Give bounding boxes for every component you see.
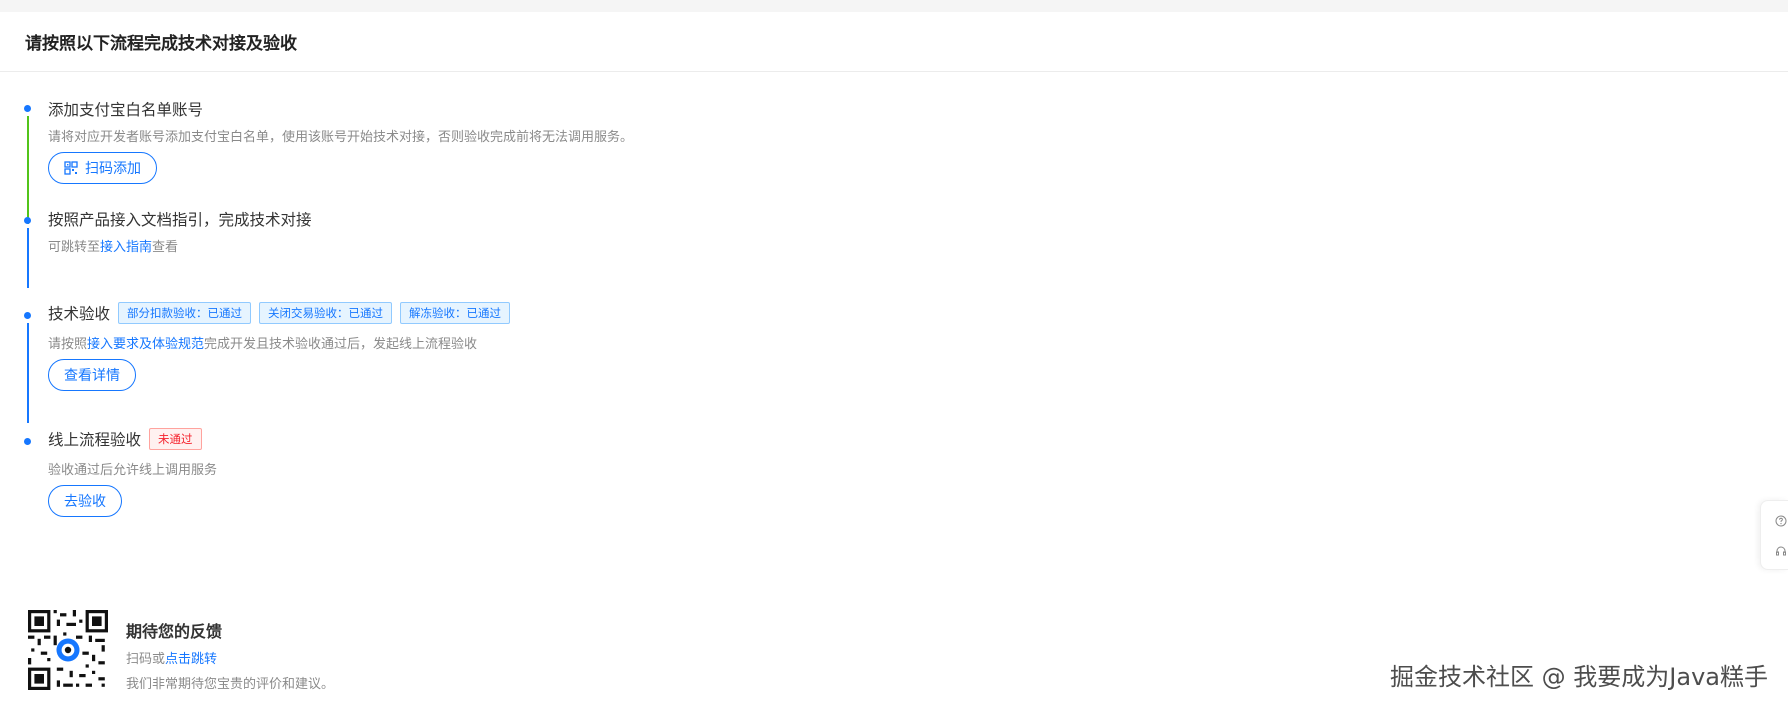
view-details-button[interactable]: 查看详情 xyxy=(48,359,136,391)
feedback-title: 期待您的反馈 xyxy=(126,622,223,641)
integration-guide-link[interactable]: 接入指南 xyxy=(100,240,152,255)
qr-code-icon xyxy=(64,161,78,175)
go-accept-button[interactable]: 去验收 xyxy=(48,485,122,517)
desc-prefix: 可跳转至 xyxy=(48,240,101,255)
step-title: 线上流程验收 xyxy=(48,431,142,449)
desc-prefix: 请按照 xyxy=(48,337,88,352)
step-title-row: 技术验收 部分扣款验收：已通过 关闭交易验收：已通过 解冻验收：已通过 xyxy=(48,302,511,324)
desc-suffix: 完成开发且技术验收通过后，发起线上流程验收 xyxy=(204,337,478,352)
feedback-line-2: 我们非常期待您宝贵的评价和建议。 xyxy=(126,677,335,692)
timeline-line xyxy=(27,323,29,423)
step-desc: 请按照接入要求及体验规范完成开发且技术验收通过后，发起线上流程验收 xyxy=(48,333,477,352)
step-title-row: 线上流程验收 未通过 xyxy=(48,428,202,450)
card-header: 请按照以下流程完成技术对接及验收 xyxy=(0,12,1788,72)
feedback-jump-link[interactable]: 点击跳转 xyxy=(165,652,217,667)
status-badge-failed: 未通过 xyxy=(149,428,202,450)
step-dot xyxy=(24,105,31,112)
spec-link[interactable]: 接入要求及体验规范 xyxy=(87,337,204,352)
step-title: 按照产品接入文档指引，完成技术对接 xyxy=(48,211,312,229)
step-desc: 验收通过后允许线上调用服务 xyxy=(48,463,218,478)
feedback-prefix: 扫码或 xyxy=(126,652,166,667)
floating-side-widget xyxy=(1760,500,1788,570)
help-icon[interactable] xyxy=(1775,515,1787,527)
step-desc: 请将对应开发者账号添加支付宝白名单，使用该账号开始技术对接，否则验收完成前将无法… xyxy=(48,130,634,145)
page-title: 请按照以下流程完成技术对接及验收 xyxy=(25,34,297,54)
timeline-line xyxy=(27,116,29,224)
scan-add-button[interactable]: 扫码添加 xyxy=(48,152,157,184)
desc-suffix: 查看 xyxy=(152,240,179,255)
feedback-qr-code xyxy=(28,610,108,690)
watermark: 掘金技术社区 @ 我要成为Java糕手 xyxy=(1390,663,1768,691)
step-dot xyxy=(24,217,31,224)
feedback-text: 期待您的反馈 扫码或点击跳转 我们非常期待您宝贵的评价和建议。 xyxy=(126,610,334,692)
scan-add-label: 扫码添加 xyxy=(85,161,141,177)
step-title: 添加支付宝白名单账号 xyxy=(48,101,204,119)
timeline-line xyxy=(27,228,29,288)
status-badge: 部分扣款验收：已通过 xyxy=(118,302,252,324)
feedback-line-1: 扫码或点击跳转 xyxy=(126,648,334,667)
step-title: 技术验收 xyxy=(48,305,111,323)
step-dot xyxy=(24,438,31,445)
headset-icon[interactable] xyxy=(1775,545,1787,557)
step-dot xyxy=(24,312,31,319)
status-badge: 关闭交易验收：已通过 xyxy=(259,302,393,324)
feedback-section: 期待您的反馈 扫码或点击跳转 我们非常期待您宝贵的评价和建议。 xyxy=(28,610,334,692)
step-desc: 可跳转至接入指南查看 xyxy=(48,236,178,255)
status-badge: 解冻验收：已通过 xyxy=(400,302,511,324)
acceptance-card: 请按照以下流程完成技术对接及验收 添加支付宝白名单账号 请将对应开发者账号添加支… xyxy=(0,12,1788,707)
